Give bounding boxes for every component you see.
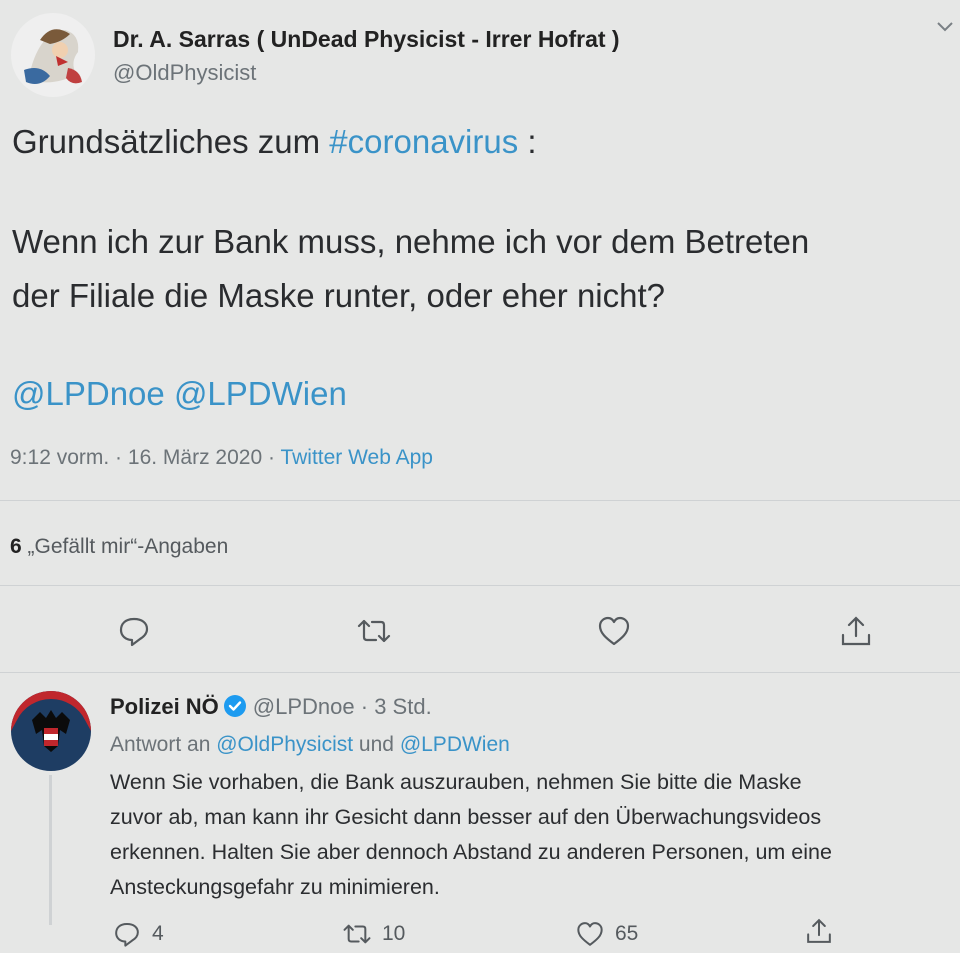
reply-text-line: erkennen. Halten Sie aber dennoch Abstan… [110,840,832,864]
reply-text-line: zuvor ab, man kann ihr Gesicht dann bess… [110,805,822,829]
share-icon [807,918,831,943]
reply-button[interactable] [116,613,152,649]
tweet-time[interactable]: 9:12 vorm. [10,446,109,469]
like-count: 6 [10,535,22,558]
retweet-button[interactable]: 10 [342,919,405,949]
chevron-down-icon[interactable] [936,20,954,34]
tweet-text-line: der Filiale die Maske runter, oder eher … [12,277,666,314]
avatar[interactable] [10,12,96,98]
tweet-meta: 9:12 vorm. · 16. März 2020 · Twitter Web… [10,446,433,469]
mentions-line: @LPDnoe @LPDWien [12,368,347,420]
verified-badge-icon [223,694,247,718]
mention-link[interactable]: @LPDWien [174,375,347,412]
tweet-date[interactable]: 16. März 2020 [128,446,262,469]
author-display-name[interactable]: Dr. A. Sarras ( UnDead Physicist - Irrer… [113,26,620,53]
retweet-icon [357,619,391,643]
reply-handle[interactable]: @LPDnoe [253,694,355,719]
reply-to-label: und [353,733,400,756]
divider [0,672,960,673]
reply-icon [115,923,139,947]
heart-icon [598,616,630,646]
reply-text-line: Wenn Sie vorhaben, die Bank auszurauben,… [110,770,802,794]
mention-link[interactable]: @OldPhysicist [216,733,353,756]
retweet-icon [343,924,371,944]
reply-time[interactable]: 3 Std. [374,694,431,719]
heart-icon [577,922,603,946]
like-button[interactable]: 65 [575,919,638,949]
reply-to-line: Antwort an @OldPhysicist und @LPDWien [110,733,510,757]
reply-to-label: Antwort an [110,733,217,756]
retweet-button[interactable] [356,613,392,649]
mention-link[interactable]: @LPDnoe [12,375,165,412]
tweet-source[interactable]: Twitter Web App [280,446,433,469]
like-count: 65 [615,922,639,945]
reply-display-name[interactable]: Polizei NÖ [110,694,219,719]
tweet-text-line: Grundsätzliches zum #coronavirus : [12,116,537,168]
author-handle[interactable]: @OldPhysicist [113,60,256,86]
reply-count: 4 [152,922,164,945]
share-icon [841,616,871,646]
like-count-label: „Gefällt mir“-Angaben [27,535,229,558]
share-button[interactable] [804,916,834,946]
like-button[interactable] [596,613,632,649]
hashtag-link[interactable]: #coronavirus [329,123,518,160]
tweet-text-line: Wenn ich zur Bank muss, nehme ich vor de… [12,223,810,260]
reply-button[interactable]: 4 [112,919,164,949]
retweet-count: 10 [382,922,406,945]
tweet-text: : [518,123,537,160]
like-count-row[interactable]: 6 „Gefällt mir“-Angaben [10,535,228,559]
thread-line [49,775,52,925]
tweet-text: Grundsätzliches zum [12,123,330,160]
mention-link[interactable]: @LPDWien [400,733,510,756]
divider [0,585,960,586]
reply-header: Polizei NÖ @LPDnoe · 3 Std. [110,694,432,719]
reply-text-line: Ansteckungsgefahr zu minimieren. [110,875,440,899]
avatar[interactable] [10,690,92,772]
divider [0,500,960,501]
share-button[interactable] [838,613,874,649]
reply-icon [119,617,149,647]
